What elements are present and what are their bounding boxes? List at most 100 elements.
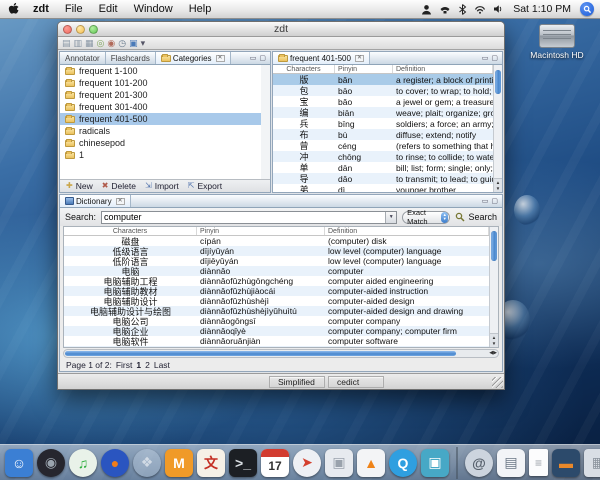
table-row[interactable]: 电脑网diànnǎowǎngcomputer network; Internet (64, 346, 489, 347)
dictionary-view: Dictionary ✕ ▭ ▢ Search: ▼ Exact (59, 194, 503, 372)
window-titlebar[interactable]: zdt (58, 22, 504, 37)
dock-rocket-app-icon[interactable]: ➤ (293, 449, 321, 477)
annotate-doc-icon[interactable]: ▤ (62, 38, 71, 49)
stats-icon[interactable]: ◉ (107, 38, 115, 49)
dropdown-arrow-icon[interactable]: ▾ (141, 38, 146, 49)
menu-zdt[interactable]: zdt (25, 0, 57, 18)
timer-icon[interactable]: ◷ (118, 38, 126, 49)
tab-categories[interactable]: Categories ✕ (156, 52, 231, 64)
session-icon[interactable]: ◎ (97, 38, 105, 49)
dock-quicktime-icon[interactable]: Q (389, 449, 417, 477)
dock-itunes-icon[interactable]: ♫ (69, 449, 97, 477)
tab-dictionary[interactable]: Dictionary ✕ (60, 195, 131, 207)
column-header-characters[interactable]: Characters (273, 65, 335, 73)
category-item[interactable]: frequent 1-100 (60, 65, 261, 77)
dict-table-scrollbar[interactable]: ▲▼ (489, 227, 498, 347)
dock-media-player-icon[interactable]: ◉ (37, 449, 65, 477)
dock-firefox-icon[interactable]: ● (101, 449, 129, 477)
page-last-link[interactable]: Last (154, 360, 170, 370)
close-tab-icon[interactable]: ✕ (355, 55, 364, 62)
dock-ghost-app-icon[interactable]: ❖ (133, 449, 161, 477)
category-folder-icon[interactable]: ▦ (85, 38, 94, 49)
minimize-view-icon[interactable]: ▭ (482, 197, 489, 205)
menu-clock[interactable]: Sat 1:10 PM (511, 3, 573, 15)
page-link-1[interactable]: 1 (136, 360, 141, 370)
dictionary-grid-icon[interactable]: ▣ (129, 38, 138, 49)
menu-help[interactable]: Help (181, 0, 220, 18)
dock-mail-stack-icon[interactable]: @ (465, 449, 493, 477)
category-item[interactable]: frequent 401-500 (60, 113, 261, 125)
dict-table-header[interactable]: CharactersPinyinDefinition (64, 227, 489, 236)
category-item[interactable]: frequent 301-400 (60, 101, 261, 113)
category-item[interactable]: frequent 201-300 (60, 89, 261, 101)
dict-horizontal-scrollbar[interactable]: ◀▶ (63, 349, 499, 358)
dock-preview-icon[interactable]: ▣ (421, 449, 449, 477)
char-table-scrollbar[interactable]: ▲▼ (493, 65, 502, 192)
export-button[interactable]: ⇱Export (188, 181, 222, 191)
scrollbar-thumb[interactable] (491, 231, 497, 261)
delete-button[interactable]: ✖Delete (102, 181, 136, 191)
column-header-definition[interactable]: Definition (325, 227, 489, 235)
minimize-view-icon[interactable]: ▭ (482, 54, 489, 62)
category-item[interactable]: 1 (60, 149, 261, 161)
close-tab-icon[interactable]: ✕ (216, 55, 225, 62)
dock-chinese-app-icon[interactable]: 文 (197, 449, 225, 477)
dock-text-document-icon[interactable]: ≡ (529, 449, 548, 476)
import-button[interactable]: ⇲Import (145, 181, 179, 191)
new-button[interactable]: ✚New (66, 181, 93, 191)
tab-flashcards[interactable]: Flashcards (106, 52, 156, 64)
category-item[interactable]: frequent 101-200 (60, 77, 261, 89)
maximize-view-icon[interactable]: ▢ (491, 54, 498, 62)
search-history-dropdown-icon[interactable]: ▼ (385, 212, 396, 223)
menu-file[interactable]: File (57, 0, 91, 18)
page-first-link[interactable]: First (116, 360, 133, 370)
hard-drive-label: Macintosh HD (528, 50, 586, 60)
dock-vlc-icon[interactable]: ▲ (357, 449, 385, 477)
phone-icon[interactable] (439, 4, 451, 15)
spotlight-icon[interactable] (580, 2, 594, 16)
maximize-view-icon[interactable]: ▢ (259, 54, 266, 62)
dock-icon-glyph: 文 (204, 453, 218, 473)
scrollbar-thumb[interactable] (495, 70, 501, 94)
column-header-pinyin[interactable]: Pinyin (335, 65, 393, 73)
tab-frequent-401-500[interactable]: frequent 401-500 ✕ (273, 52, 370, 64)
wifi-icon[interactable] (474, 4, 486, 14)
column-header-definition[interactable]: Definition (393, 65, 493, 73)
match-mode-select[interactable]: Exact Match ▲▼ (402, 211, 450, 224)
dock-minimized-window-icon[interactable]: ▬ (552, 449, 580, 477)
category-item[interactable]: radicals (60, 125, 261, 137)
dock-orange-m-app-icon[interactable]: M (165, 449, 193, 477)
table-row[interactable]: 弟dìyounger brother (273, 184, 493, 192)
dock-finder-icon[interactable]: ☺ (5, 449, 33, 477)
column-header-characters[interactable]: Characters (64, 227, 197, 235)
dock-terminal-icon[interactable]: >_ (229, 449, 257, 477)
maximize-view-icon[interactable]: ▢ (491, 197, 498, 205)
minimize-view-icon[interactable]: ▭ (250, 54, 257, 62)
flashcard-icon[interactable]: ▥ (74, 38, 83, 49)
volume-icon[interactable] (493, 4, 504, 14)
dock-chart-window-icon[interactable]: ▤ (497, 449, 525, 477)
search-field[interactable]: ▼ (101, 211, 397, 224)
menu-edit[interactable]: Edit (91, 0, 126, 18)
apple-menu-icon[interactable] (6, 2, 21, 17)
char-table-header[interactable]: CharactersPinyinDefinition (273, 65, 493, 74)
dock-trash-icon[interactable]: ▦ (584, 449, 600, 477)
search-input[interactable] (102, 212, 385, 223)
category-item[interactable]: chinesepod (60, 137, 261, 149)
resize-grip[interactable] (492, 377, 503, 388)
cell-definition: low level (computer) language (325, 246, 489, 256)
page-link-2[interactable]: 2 (145, 360, 150, 370)
column-header-pinyin[interactable]: Pinyin (197, 227, 325, 235)
search-button[interactable]: Search (455, 212, 497, 222)
tab-annotator[interactable]: Annotator (60, 52, 106, 64)
scrollbar-thumb[interactable] (65, 351, 456, 356)
user-icon[interactable] (421, 4, 432, 15)
close-tab-icon[interactable]: ✕ (116, 198, 125, 205)
menu-window[interactable]: Window (126, 0, 181, 18)
macintosh-hd-icon[interactable]: Macintosh HD (528, 24, 586, 60)
cell-pinyin: diànnǎofǔzhùgōngchéng (197, 276, 325, 286)
dock-ical-icon[interactable]: 17 (261, 449, 289, 477)
dock-installer-icon[interactable]: ▣ (325, 449, 353, 477)
dock-icon-glyph: ▣ (428, 454, 441, 471)
bluetooth-icon[interactable] (458, 4, 467, 15)
